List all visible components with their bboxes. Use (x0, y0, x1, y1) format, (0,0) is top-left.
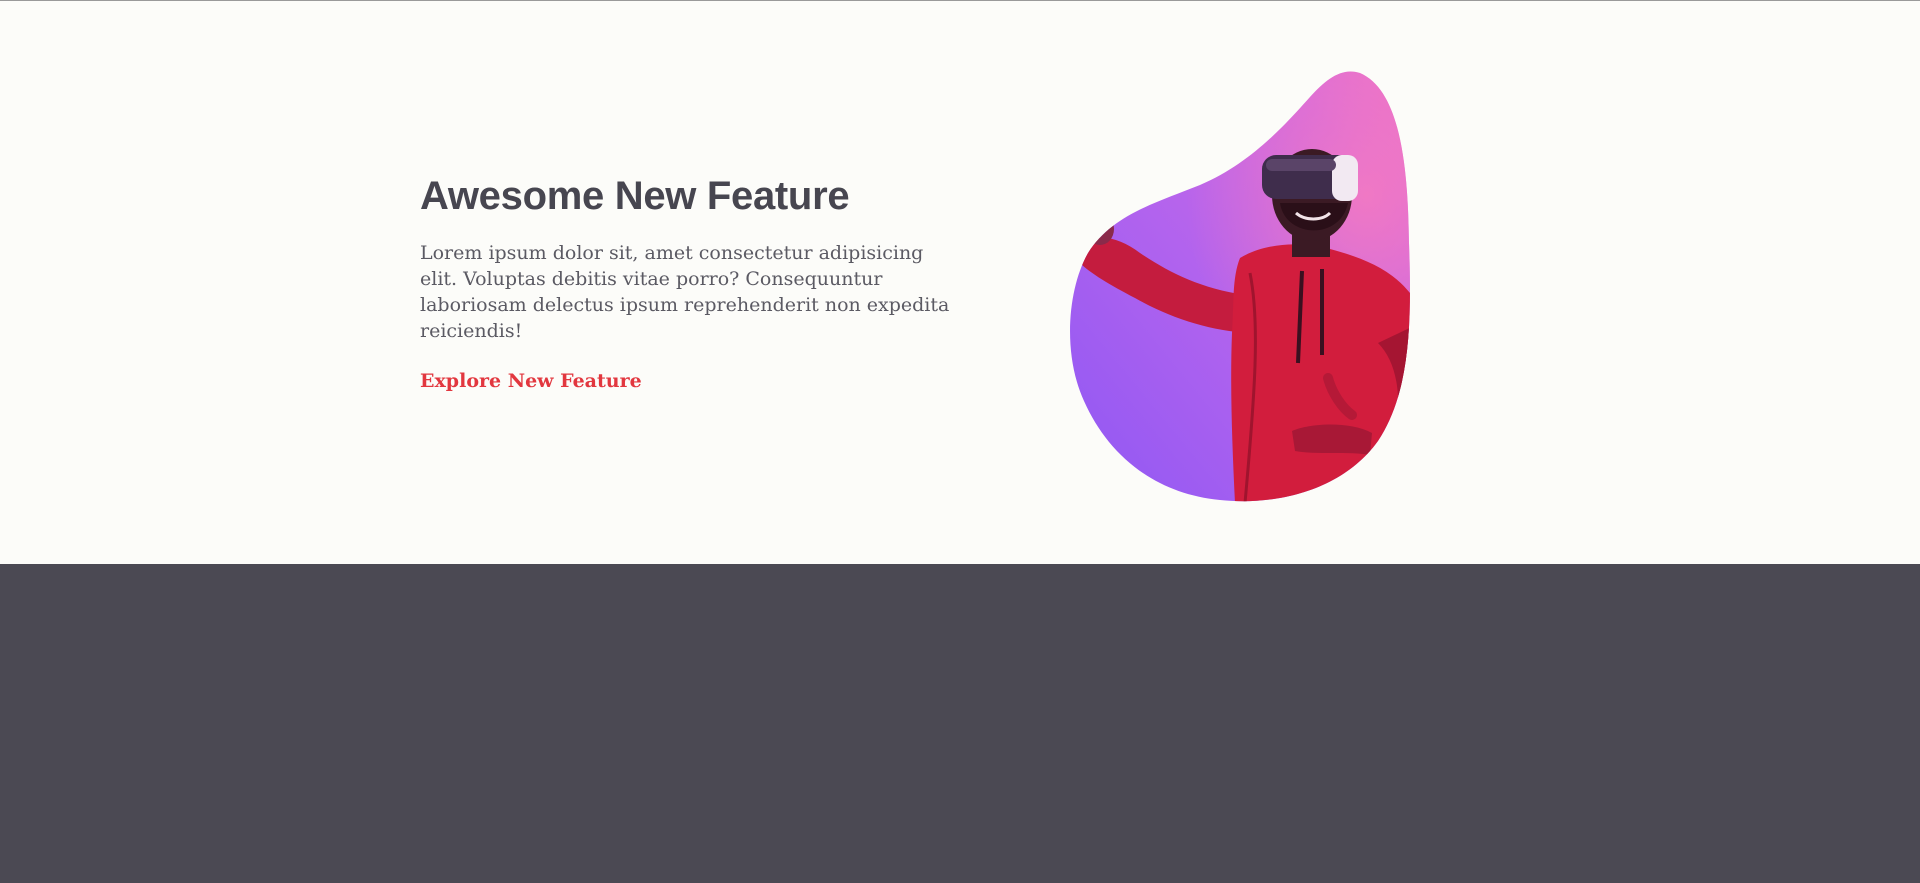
hero-section: Awesome New Feature Lorem ipsum dolor si… (0, 1, 1920, 564)
vr-person-image (1070, 71, 1410, 502)
feature-image-blob (1060, 63, 1420, 503)
hero-headline: Awesome New Feature (420, 174, 850, 218)
page-footer (0, 564, 1920, 883)
hero-text-column: Awesome New Feature Lorem ipsum dolor si… (420, 172, 960, 394)
hero-description: Lorem ipsum dolor sit, amet consectetur … (420, 242, 950, 342)
explore-feature-link[interactable]: Explore New Feature (420, 368, 642, 394)
